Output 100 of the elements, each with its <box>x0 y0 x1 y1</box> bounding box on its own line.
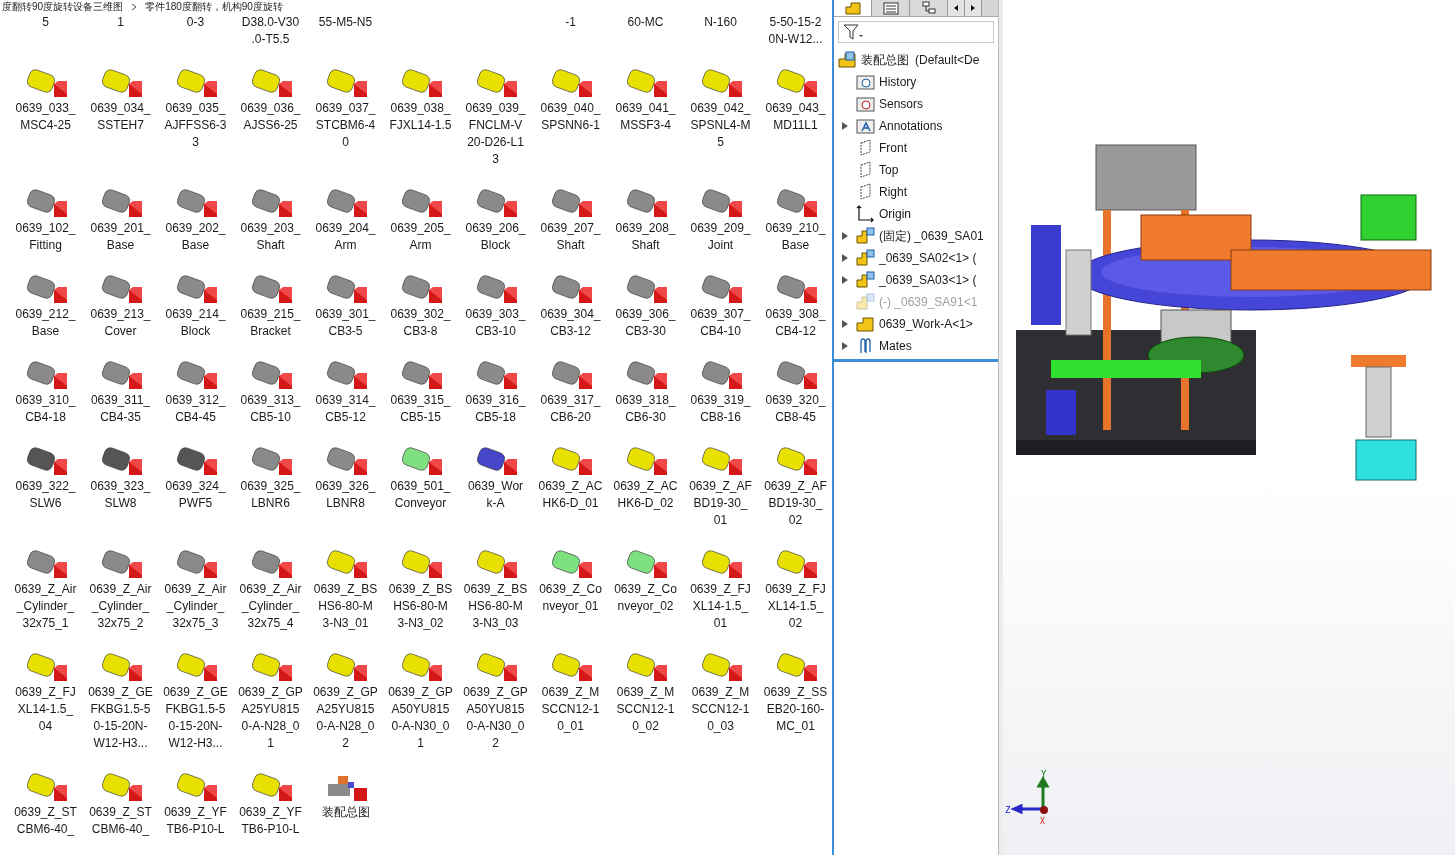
file-name[interactable]: 0639_102_ Fitting <box>15 220 76 254</box>
file-name[interactable]: 0639_325_ LBNR6 <box>240 478 301 512</box>
file-name[interactable]: 0639_315_ CB5-15 <box>390 392 451 426</box>
file-name[interactable]: 0639_307_ CB4-10 <box>690 306 751 340</box>
file-name[interactable]: 0639_Z_BS HS6-80-M 3-N3_02 <box>388 581 453 632</box>
file-name[interactable]: 0639_Z_ST CBM6-40_ <box>89 804 152 838</box>
file-name[interactable]: 0639_320_ CB8-45 <box>765 392 826 426</box>
file-name[interactable]: 0639_Z_GP A25YU815 0-A-N28_0 2 <box>313 684 378 752</box>
tree-item-label[interactable]: Mates <box>879 339 912 353</box>
file-name[interactable]: 0639_Z_YF TB6-P10-L <box>239 804 302 838</box>
file-name[interactable]: 0639_Z_GE FKBG1.5-5 0-15-20N- W12-H3... <box>88 684 153 752</box>
tree-item-label[interactable]: _0639_SA03<1> ( <box>879 273 977 287</box>
file-name[interactable]: 0639_310_ CB4-18 <box>15 392 76 426</box>
tree-item-label[interactable]: 装配总图 <box>861 51 909 69</box>
file-name[interactable]: 1 <box>117 14 124 31</box>
file-name[interactable]: 0639_303_ CB3-10 <box>465 306 526 340</box>
scroll-left-button[interactable] <box>948 0 965 16</box>
file-name[interactable]: 0639_316_ CB5-18 <box>465 392 526 426</box>
tree-item-label[interactable]: Top <box>879 163 899 177</box>
file-name[interactable]: 0639_203_ Shaft <box>240 220 301 254</box>
file-name[interactable]: 0639_036_ AJSS6-25 <box>240 100 301 134</box>
file-name[interactable]: 0639_Z_ST CBM6-40_ <box>14 804 77 838</box>
file-name[interactable]: 0639_311_ CB4-35 <box>90 392 151 426</box>
file-name[interactable]: 0639_308_ CB4-12 <box>765 306 826 340</box>
file-name[interactable]: 0639_Z_BS HS6-80-M 3-N3_01 <box>313 581 378 632</box>
file-name[interactable]: 0639_Z_GP A25YU815 0-A-N28_0 1 <box>238 684 303 752</box>
file-name[interactable]: 0639_Z_Co nveyor_02 <box>614 581 677 615</box>
file-name[interactable]: 0639_Z_Air _Cylinder_ 32x75_3 <box>164 581 227 632</box>
file-name[interactable]: 0639_322_ SLW6 <box>15 478 76 512</box>
expand-arrow-icon[interactable] <box>842 342 848 350</box>
file-name[interactable]: 0639_037_ STCBM6-4 0 <box>315 100 376 151</box>
file-name[interactable]: -1 <box>565 14 576 31</box>
file-name[interactable]: 0639_035_ AJFFSS6-3 3 <box>164 100 227 151</box>
file-name[interactable]: 0639_042_ SPSNL4-M 5 <box>690 100 751 151</box>
tree-item-label[interactable]: History <box>879 75 917 89</box>
file-name[interactable]: 0639_313_ CB5-10 <box>240 392 301 426</box>
file-name[interactable]: 0639_326_ LBNR8 <box>315 478 376 512</box>
file-name[interactable]: 0639_Z_M SCCN12-1 0_03 <box>691 684 750 735</box>
file-name[interactable]: 0639_208_ Shaft <box>615 220 676 254</box>
file-name[interactable]: 0639_324_ PWF5 <box>165 478 226 512</box>
file-name[interactable]: 0639_312_ CB4-45 <box>165 392 226 426</box>
file-name[interactable]: 0639_Z_AF BD19-30_ 02 <box>764 478 827 529</box>
file-name[interactable]: 0639_317_ CB6-20 <box>540 392 601 426</box>
file-name[interactable]: 0639_Z_GP A50YU815 0-A-N30_0 2 <box>463 684 528 752</box>
file-name[interactable]: 0639_Z_FJ XL14-1.5_ 04 <box>15 684 76 735</box>
expand-arrow-icon[interactable] <box>842 254 848 262</box>
file-name[interactable]: N-160 <box>704 14 737 31</box>
file-name[interactable]: 0639_212_ Base <box>15 306 76 340</box>
file-name[interactable]: 0639_213_ Cover <box>90 306 151 340</box>
file-name[interactable]: 0639_038_ FJXL14-1.5 <box>389 100 452 134</box>
tree-item-label[interactable]: Right <box>879 185 907 199</box>
tree-item-label[interactable]: Sensors <box>879 97 924 111</box>
file-name[interactable]: 0639_323_ SLW8 <box>90 478 151 512</box>
file-name[interactable]: 55-M5-N5 <box>318 14 373 31</box>
file-name[interactable]: 0639_Z_Air _Cylinder_ 32x75_4 <box>239 581 302 632</box>
file-name[interactable]: 0639_Z_BS HS6-80-M 3-N3_03 <box>463 581 528 632</box>
file-name[interactable]: 0639_319_ CB8-16 <box>690 392 751 426</box>
file-name[interactable]: 0639_Z_FJ XL14-1.5_ 01 <box>690 581 751 632</box>
file-name[interactable]: 0639_Z_GP A50YU815 0-A-N30_0 1 <box>388 684 453 752</box>
file-name[interactable]: 0639_201_ Base <box>90 220 151 254</box>
panel-tab[interactable] <box>834 0 872 16</box>
file-name[interactable]: 0639_205_ Arm <box>390 220 451 254</box>
file-name[interactable]: 0639_210_ Base <box>765 220 826 254</box>
file-name[interactable]: 0639_041_ MSSF3-4 <box>615 100 676 134</box>
expand-arrow-icon[interactable] <box>842 276 848 284</box>
expand-arrow-icon[interactable] <box>842 320 848 328</box>
file-name[interactable]: 0639_Z_M SCCN12-1 0_01 <box>541 684 600 735</box>
file-name[interactable]: 0639_204_ Arm <box>315 220 376 254</box>
file-name[interactable]: 0639_304_ CB3-12 <box>540 306 601 340</box>
breadcrumb-folder[interactable]: 度翻转90度旋转设备三维图 <box>2 1 124 13</box>
file-name[interactable]: 0639_306_ CB3-30 <box>615 306 676 340</box>
scroll-right-button[interactable] <box>965 0 982 16</box>
file-name[interactable]: 0639_302_ CB3-8 <box>390 306 451 340</box>
file-name[interactable]: 0639_209_ Joint <box>690 220 751 254</box>
file-name[interactable]: 0639_501_ Conveyor <box>390 478 451 512</box>
file-name[interactable]: 0-3 <box>186 14 205 31</box>
file-name[interactable]: 0639_215_ Bracket <box>240 306 301 340</box>
file-name[interactable]: 0639_Z_Air _Cylinder_ 32x75_1 <box>14 581 77 632</box>
file-name[interactable]: 0639_318_ CB6-30 <box>615 392 676 426</box>
file-name[interactable]: 0639_Z_SS EB20-160- MC_01 <box>763 684 828 735</box>
breadcrumb-folder[interactable]: 零件180度翻转，机构90度旋转 <box>145 1 283 13</box>
tree-item-label[interactable]: _0639_SA02<1> ( <box>879 251 977 265</box>
file-name[interactable]: 0639_202_ Base <box>165 220 226 254</box>
file-name[interactable]: 0639_Z_M SCCN12-1 0_02 <box>616 684 675 735</box>
file-name[interactable]: 0639_Z_AF BD19-30_ 01 <box>689 478 752 529</box>
file-name[interactable]: 0639_207_ Shaft <box>540 220 601 254</box>
file-name[interactable]: 60-MC <box>627 14 664 31</box>
file-name[interactable]: 0639_Z_GE FKBG1.5-5 0-15-20N- W12-H3... <box>163 684 228 752</box>
filter-field[interactable] <box>838 21 994 43</box>
tree-item-label[interactable]: 0639_Work-A<1> <box>879 317 973 331</box>
file-name[interactable]: 0639_Z_YF TB6-P10-L <box>164 804 227 838</box>
file-name[interactable]: 0639_043_ MD11L1 <box>765 100 826 134</box>
tree-item-label[interactable]: Front <box>879 141 907 155</box>
file-name[interactable]: 5-50-15-2 0N-W12... <box>768 14 823 48</box>
file-name[interactable]: 0639_Z_AC HK6-D_01 <box>538 478 603 512</box>
file-name[interactable]: 0639_206_ Block <box>465 220 526 254</box>
file-name[interactable]: 0639_314_ CB5-12 <box>315 392 376 426</box>
file-name[interactable]: 0639_214_ Block <box>165 306 226 340</box>
file-name[interactable]: 5 <box>42 14 49 31</box>
file-name[interactable]: 0639_040_ SPSNN6-1 <box>540 100 601 134</box>
